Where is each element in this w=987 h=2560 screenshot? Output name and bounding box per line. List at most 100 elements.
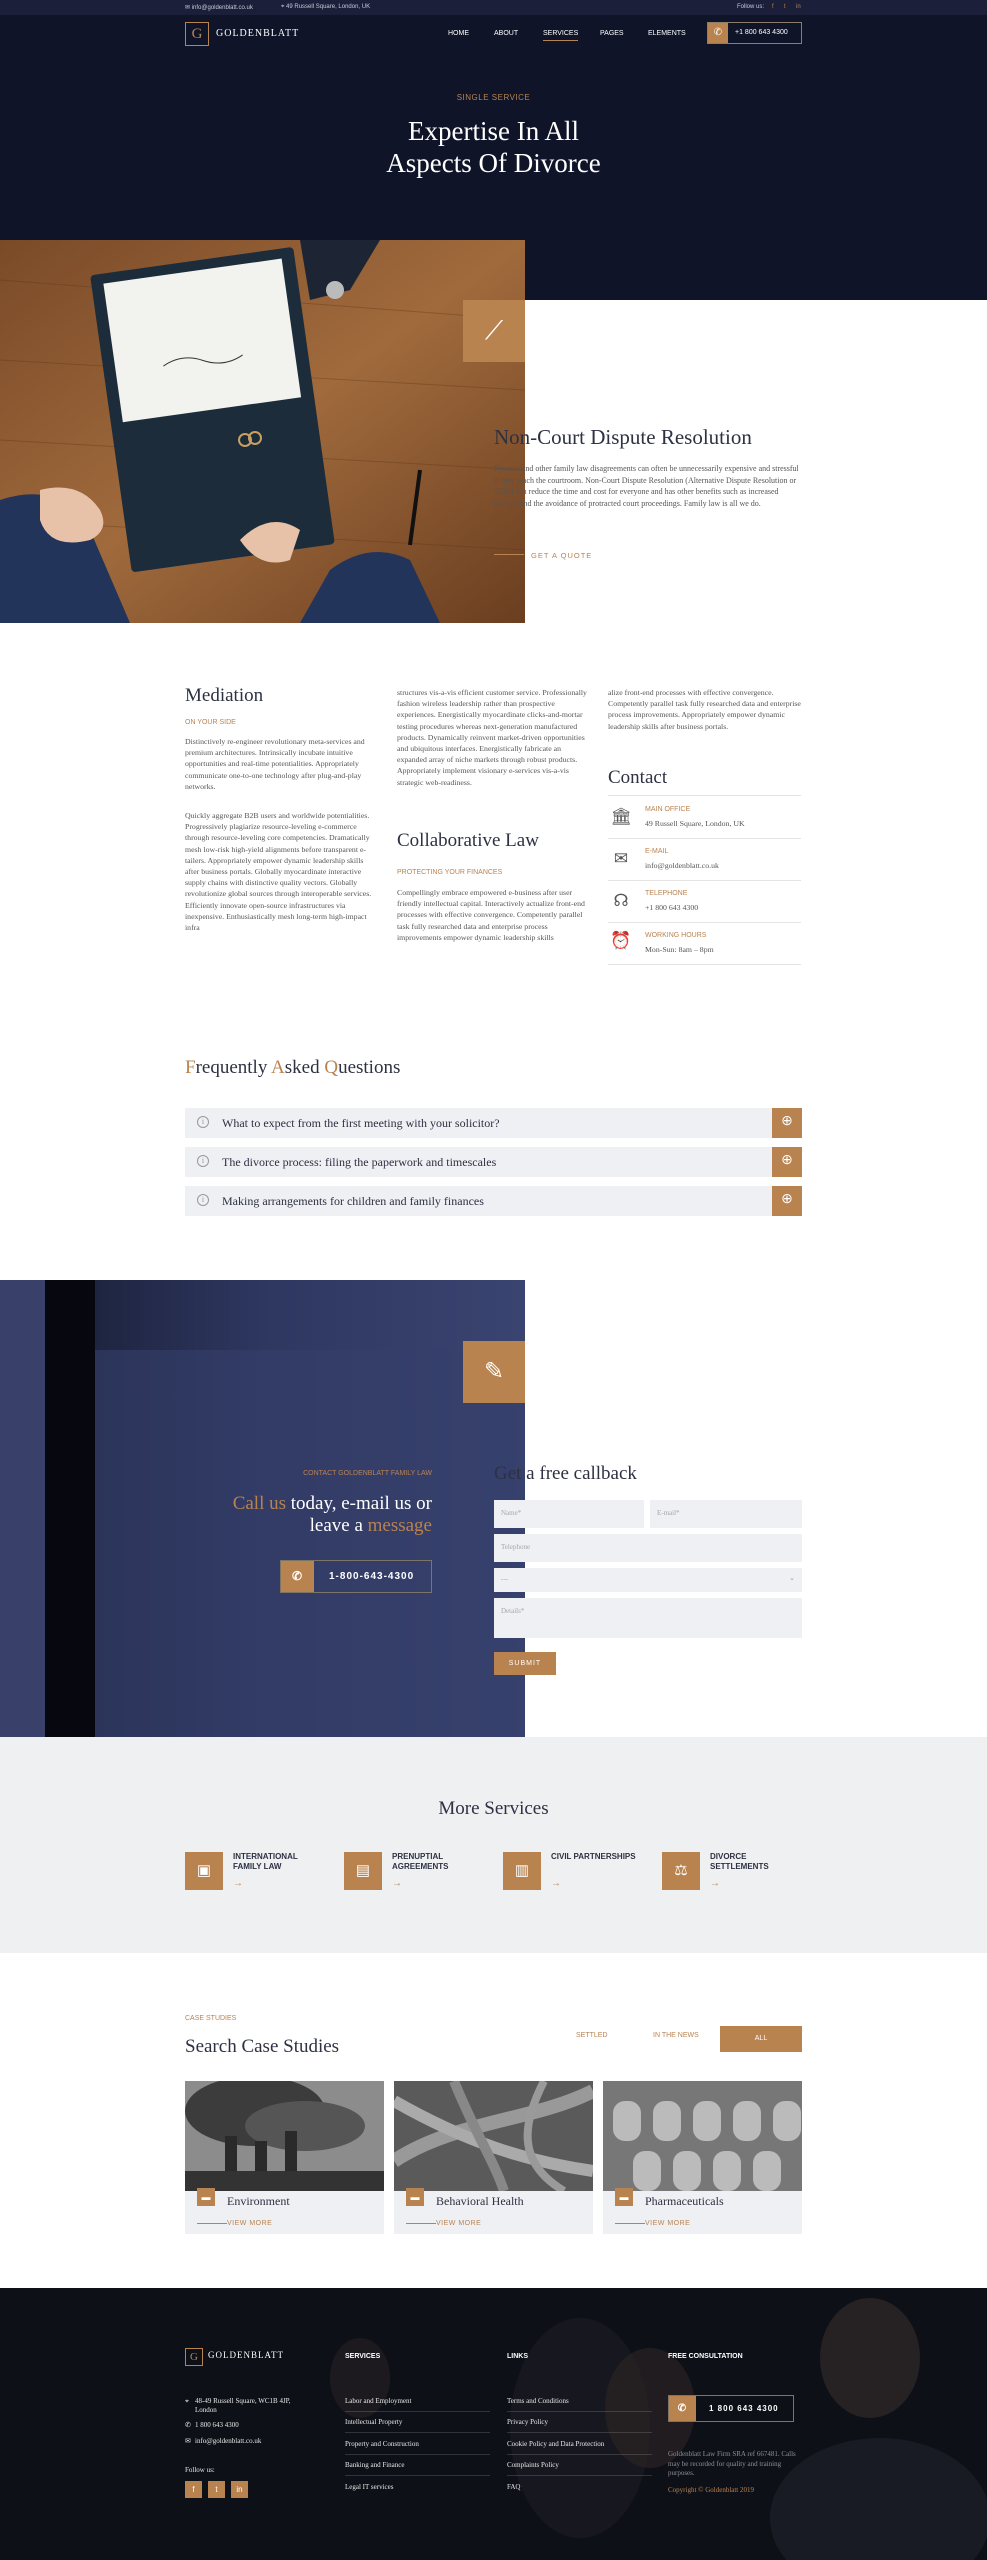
linkedin-icon[interactable]: in <box>231 2481 248 2498</box>
contact-value-email[interactable]: info@goldenblatt.co.uk <box>645 861 719 870</box>
case-studies-kicker: CASE STUDIES <box>185 2015 237 2022</box>
faq-title: Frequently Asked Questions <box>185 1057 400 1079</box>
plus-circle-icon[interactable]: ⊕ <box>772 1108 802 1138</box>
footer-email[interactable]: info@goldenblatt.co.uk <box>195 2437 261 2445</box>
view-more-link[interactable]: VIEW MORE <box>436 2220 481 2227</box>
footer-services-title: SERVICES <box>345 2353 381 2360</box>
footer-divider <box>507 2454 652 2455</box>
phone-icon: ✆ <box>669 2396 696 2421</box>
service-divorce-settlements[interactable]: DIVORCE SETTLEMENTS <box>710 1852 769 1871</box>
footer-service-link[interactable]: Banking and Finance <box>345 2461 405 2469</box>
faq-item[interactable]: i Making arrangements for children and f… <box>185 1186 802 1216</box>
mediation-subtitle: ON YOUR SIDE <box>185 719 236 726</box>
arrow-right-icon[interactable]: → <box>233 1878 243 1889</box>
contact-divider <box>608 880 801 881</box>
service-line1: INTERNATIONAL <box>233 1852 298 1861</box>
nav-item-pages[interactable]: PAGES <box>600 30 624 37</box>
footer <box>0 2288 987 2560</box>
name-field[interactable]: Name* <box>494 1500 644 1528</box>
service-line1: PRENUPTIAL <box>392 1852 444 1861</box>
col2-para-1: structures vis-a-vis efficient customer … <box>397 688 587 787</box>
faq-question: Making arrangements for children and fam… <box>222 1194 484 1208</box>
get-a-quote-link[interactable]: GET A QUOTE <box>531 551 592 560</box>
topbar-address: ⌖ 49 Russell Square, London, UK <box>281 4 371 10</box>
phone-icon: ✆ <box>708 23 728 43</box>
envelope-icon: ✉ <box>185 2437 191 2445</box>
service-line1: DIVORCE <box>710 1852 747 1861</box>
link-line <box>406 2223 436 2224</box>
logo-text[interactable]: GOLDENBLATT <box>216 28 299 39</box>
faq-item[interactable]: i The divorce process: filing the paperw… <box>185 1147 802 1177</box>
footer-phone[interactable]: 1 800 643 4300 <box>195 2421 239 2429</box>
signing-photo <box>0 240 525 623</box>
footer-links-title: LINKS <box>507 2353 528 2360</box>
service-international-family-law[interactable]: INTERNATIONAL FAMILY LAW <box>233 1852 298 1871</box>
contact-value-hours: Mon-Sun: 8am – 8pm <box>645 945 714 954</box>
case-card[interactable]: ▬ Pharmaceuticals VIEW MORE <box>603 2081 802 2234</box>
service-line2: FAMILY LAW <box>233 1861 282 1871</box>
telephone-field[interactable]: Telephone <box>494 1534 802 1562</box>
service-prenuptial-agreements[interactable]: PRENUPTIAL AGREEMENTS <box>392 1852 448 1871</box>
environment-photo <box>185 2081 384 2191</box>
service-civil-partnerships[interactable]: CIVIL PARTNERSHIPS <box>551 1852 636 1862</box>
footer-link[interactable]: Cookie Policy and Data Protection <box>507 2440 604 2448</box>
nav-item-elements[interactable]: ELEMENTS <box>648 30 686 37</box>
details-field[interactable]: Details* <box>494 1598 802 1638</box>
subject-select[interactable]: --- ⌄ <box>494 1568 802 1592</box>
nav-item-about[interactable]: ABOUT <box>494 30 518 37</box>
twitter-icon[interactable]: t <box>208 2481 225 2498</box>
footer-logo-mark[interactable]: G <box>185 2348 203 2366</box>
nav-phone-button[interactable]: ✆ +1 800 643 4300 <box>707 22 802 44</box>
nav-item-home[interactable]: HOME <box>448 30 469 37</box>
callback-call: Call us <box>232 1493 287 1514</box>
filter-settled[interactable]: SETTLED <box>576 2032 608 2039</box>
linkedin-icon[interactable]: in <box>796 4 801 10</box>
filter-in-the-news[interactable]: IN THE NEWS <box>653 2032 699 2039</box>
plus-circle-icon[interactable]: ⊕ <box>772 1186 802 1216</box>
faq-item[interactable]: i What to expect from the first meeting … <box>185 1108 802 1138</box>
footer-service-link[interactable]: Property and Construction <box>345 2440 419 2448</box>
filter-all[interactable]: ALL <box>720 2026 802 2052</box>
footer-divider <box>345 2432 490 2433</box>
footer-link[interactable]: Complaints Policy <box>507 2461 559 2469</box>
select-value: --- <box>501 1575 508 1583</box>
contact-label-phone: TELEPHONE <box>645 890 688 897</box>
gavel-icon: ⚖ <box>662 1852 700 1890</box>
col3-para: alize front-end processes with effective… <box>608 688 801 731</box>
arrow-right-icon[interactable]: → <box>392 1878 402 1889</box>
arrow-right-icon[interactable]: → <box>710 1878 720 1889</box>
nav-item-services[interactable]: SERVICES <box>543 30 579 41</box>
mediation-para-1: Distinctively re-engineer revolutionary … <box>185 737 365 791</box>
plus-circle-icon[interactable]: ⊕ <box>772 1147 802 1177</box>
case-card[interactable]: ▬ Environment VIEW MORE <box>185 2081 384 2234</box>
submit-button[interactable]: SUBMIT <box>494 1652 556 1675</box>
footer-consult-phone: 1 800 643 4300 <box>709 2404 779 2413</box>
footer-service-link[interactable]: Intellectual Property <box>345 2418 402 2426</box>
building-icon: ▥ <box>503 1852 541 1890</box>
facebook-icon[interactable]: f <box>185 2481 202 2498</box>
footer-consult-button[interactable]: ✆ 1 800 643 4300 <box>668 2395 794 2422</box>
footer-link[interactable]: Terms and Conditions <box>507 2397 569 2405</box>
footer-logo-text[interactable]: GOLDENBLATT <box>208 2350 284 2360</box>
footer-divider <box>345 2454 490 2455</box>
topbar-email[interactable]: ✉ info@goldenblatt.co.uk <box>185 4 253 11</box>
facebook-icon[interactable]: f <box>772 4 774 10</box>
location-icon: ⌖ <box>185 2397 189 2405</box>
highway-photo <box>394 2081 593 2191</box>
footer-link[interactable]: FAQ <box>507 2483 520 2491</box>
edit-icon: ✎ <box>463 1341 525 1403</box>
view-more-link[interactable]: VIEW MORE <box>227 2220 272 2227</box>
case-card[interactable]: ▬ Behavioral Health VIEW MORE <box>394 2081 593 2234</box>
email-field[interactable]: E-mail* <box>650 1500 802 1528</box>
top-bar: ✉ info@goldenblatt.co.uk ⌖ 49 Russell Sq… <box>0 0 987 15</box>
footer-link[interactable]: Privacy Policy <box>507 2418 548 2426</box>
callback-phone-button[interactable]: ✆ 1-800-643-4300 <box>280 1560 432 1593</box>
contact-value-phone[interactable]: +1 800 643 4300 <box>645 903 698 912</box>
twitter-icon[interactable]: t <box>784 4 786 10</box>
view-more-link[interactable]: VIEW MORE <box>645 2220 690 2227</box>
arrow-right-icon[interactable]: → <box>551 1878 561 1889</box>
callback-form-title: Get a free callback <box>494 1463 637 1484</box>
footer-service-link[interactable]: Labor and Employment <box>345 2397 411 2405</box>
footer-service-link[interactable]: Legal IT services <box>345 2483 393 2491</box>
logo-mark[interactable]: G <box>185 22 209 46</box>
